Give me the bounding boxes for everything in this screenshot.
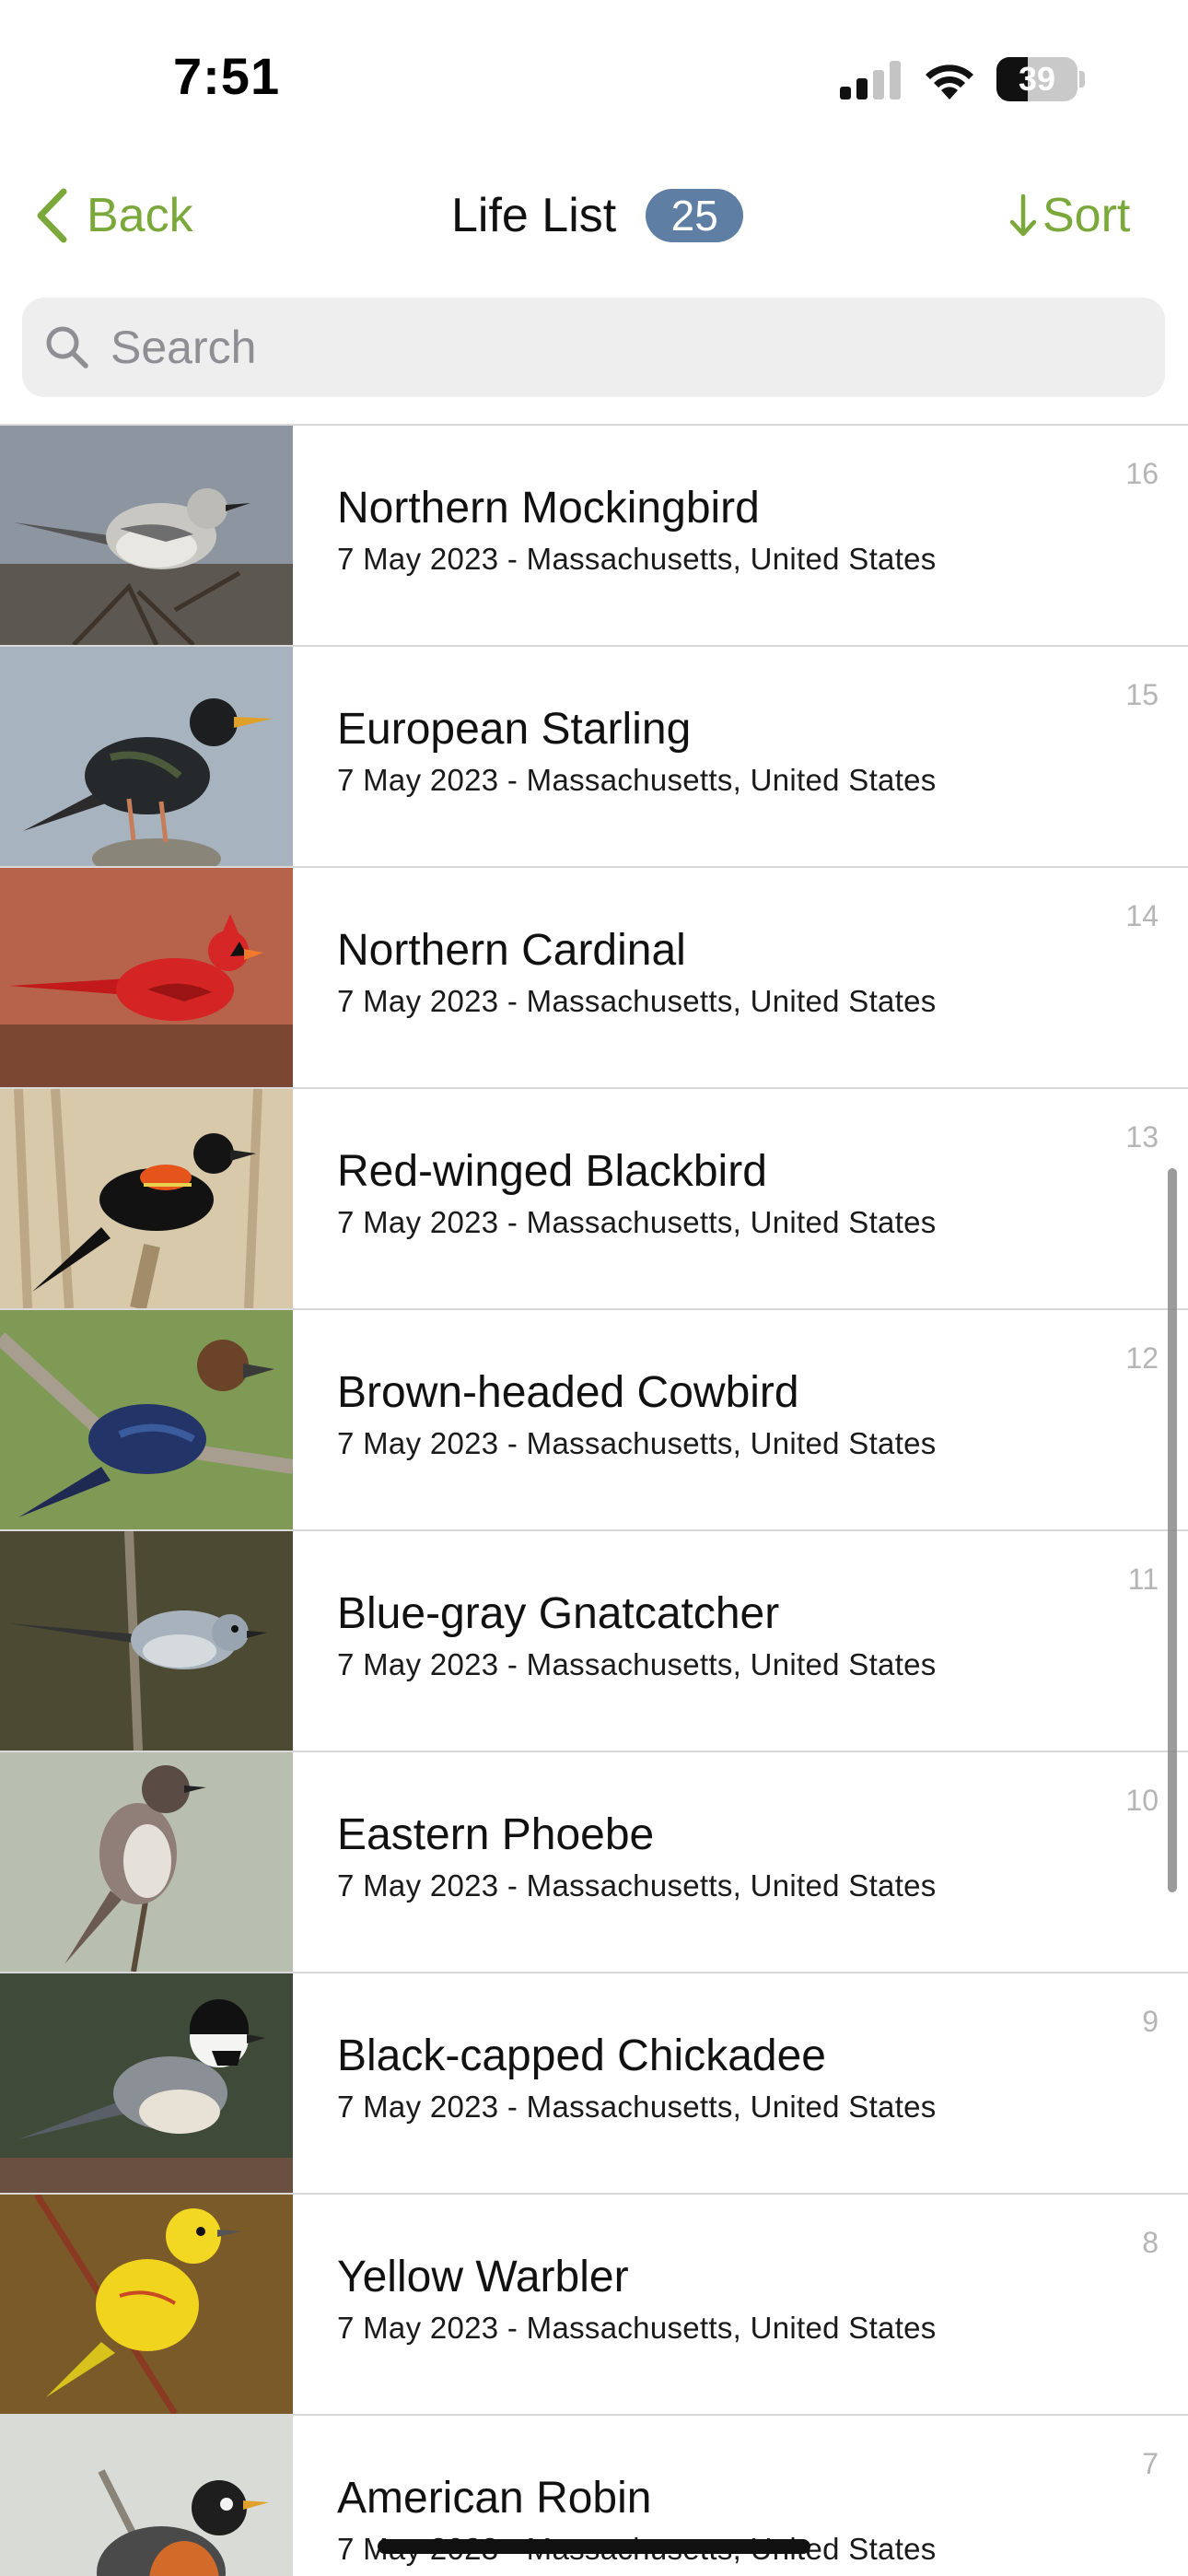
bird-photo-eastern-phoebe xyxy=(0,1752,293,1972)
sighting-details: 7 May 2023 - Massachusetts, United State… xyxy=(337,1205,937,1239)
search-input[interactable] xyxy=(111,321,1124,374)
bird-name: Northern Mockingbird xyxy=(337,484,760,533)
navigation-bar: Back Life List 25 Sort xyxy=(0,157,1188,286)
bird-photo-yellow-warbler xyxy=(0,2195,293,2414)
list-number: 9 xyxy=(1142,2005,1159,2038)
title-text: Life List xyxy=(451,189,617,242)
bird-name: Black-capped Chickadee xyxy=(337,2032,826,2080)
list-item[interactable]: Blue-gray Gnatcatcher 7 May 2023 - Massa… xyxy=(0,1531,1188,1752)
bird-photo-european-starling xyxy=(0,647,293,866)
list-number: 8 xyxy=(1142,2226,1159,2259)
bird-photo-red-winged-blackbird xyxy=(0,1089,293,1308)
status-time: 7:51 xyxy=(173,47,281,105)
list-item[interactable]: Northern Cardinal 7 May 2023 - Massachus… xyxy=(0,868,1188,1089)
chevron-left-icon xyxy=(37,188,67,243)
bird-name: Brown-headed Cowbird xyxy=(337,1368,799,1417)
list-item[interactable]: European Starling 7 May 2023 - Massachus… xyxy=(0,647,1188,868)
bird-name: American Robin xyxy=(337,2474,652,2523)
bird-photo-black-capped-chickadee xyxy=(0,1973,293,2193)
sighting-details: 7 May 2023 - Massachusetts, United State… xyxy=(337,2311,937,2345)
sighting-details: 7 May 2023 - Massachusetts, United State… xyxy=(337,1868,937,1903)
bird-name: European Starling xyxy=(337,705,692,754)
list-number: 15 xyxy=(1125,678,1159,711)
scroll-indicator[interactable] xyxy=(1168,1168,1177,1892)
battery-icon: 39 xyxy=(996,57,1085,101)
list-number: 13 xyxy=(1125,1120,1159,1153)
sighting-details: 7 May 2023 - Massachusetts, United State… xyxy=(337,763,937,797)
life-list-screen: 7:51 39 Back Life List 25 Sort Search No… xyxy=(0,0,1188,2576)
bird-name: Red-winged Blackbird xyxy=(337,1147,767,1196)
bird-name: Northern Cardinal xyxy=(337,926,686,975)
list-item[interactable]: Brown-headed Cowbird 7 May 2023 - Massac… xyxy=(0,1310,1188,1531)
bird-name: Blue-gray Gnatcatcher xyxy=(337,1589,780,1638)
sort-label: Sort xyxy=(1042,189,1131,242)
sort-button[interactable]: Sort xyxy=(1007,179,1130,252)
bird-photo-northern-cardinal xyxy=(0,868,293,1087)
sighting-details: 7 May 2023 - Massachusetts, United State… xyxy=(337,1426,937,1460)
bird-photo-american-robin xyxy=(0,2416,293,2576)
bird-photo-brown-headed-cowbird xyxy=(0,1310,293,1529)
count-badge: 25 xyxy=(646,189,744,242)
list-item[interactable]: Black-capped Chickadee 7 May 2023 - Mass… xyxy=(0,1973,1188,2195)
list-number: 14 xyxy=(1125,899,1159,932)
life-list: Northern Mockingbird 7 May 2023 - Massac… xyxy=(0,424,1188,2576)
page-title: Life List 25 xyxy=(451,179,744,252)
back-button[interactable]: Back xyxy=(33,179,193,252)
cellular-signal-icon xyxy=(840,61,901,100)
sighting-details: 7 May 2023 - Massachusetts, United State… xyxy=(337,984,937,1018)
list-item[interactable]: Northern Mockingbird 7 May 2023 - Massac… xyxy=(0,426,1188,647)
search-bar[interactable] xyxy=(22,298,1165,397)
sighting-details: 7 May 2023 - Massachusetts, United State… xyxy=(337,542,937,576)
list-number: 11 xyxy=(1127,1563,1159,1596)
home-indicator[interactable] xyxy=(378,2539,810,2554)
sighting-details: 7 May 2023 - Massachusetts, United State… xyxy=(337,2090,937,2124)
search-icon xyxy=(46,326,88,369)
list-number: 10 xyxy=(1125,1784,1159,1817)
list-item[interactable]: Red-winged Blackbird 7 May 2023 - Massac… xyxy=(0,1089,1188,1310)
list-item[interactable]: Eastern Phoebe 7 May 2023 - Massachusett… xyxy=(0,1752,1188,1973)
bird-name: Yellow Warbler xyxy=(337,2253,629,2301)
wifi-icon xyxy=(926,64,973,100)
back-label: Back xyxy=(87,189,193,242)
sighting-details: 7 May 2023 - Massachusetts, United State… xyxy=(337,1647,937,1681)
list-item[interactable]: Yellow Warbler 7 May 2023 - Massachusett… xyxy=(0,2195,1188,2416)
status-bar: 7:51 39 xyxy=(0,0,1188,157)
list-number: 7 xyxy=(1142,2447,1159,2480)
arrow-down-icon xyxy=(1009,193,1037,237)
bird-photo-blue-gray-gnatcatcher xyxy=(0,1531,293,1751)
bird-photo-northern-mockingbird xyxy=(0,426,293,645)
list-number: 16 xyxy=(1125,457,1159,490)
battery-percent: 39 xyxy=(1018,60,1056,98)
bird-name: Eastern Phoebe xyxy=(337,1810,655,1859)
list-number: 12 xyxy=(1125,1341,1159,1375)
